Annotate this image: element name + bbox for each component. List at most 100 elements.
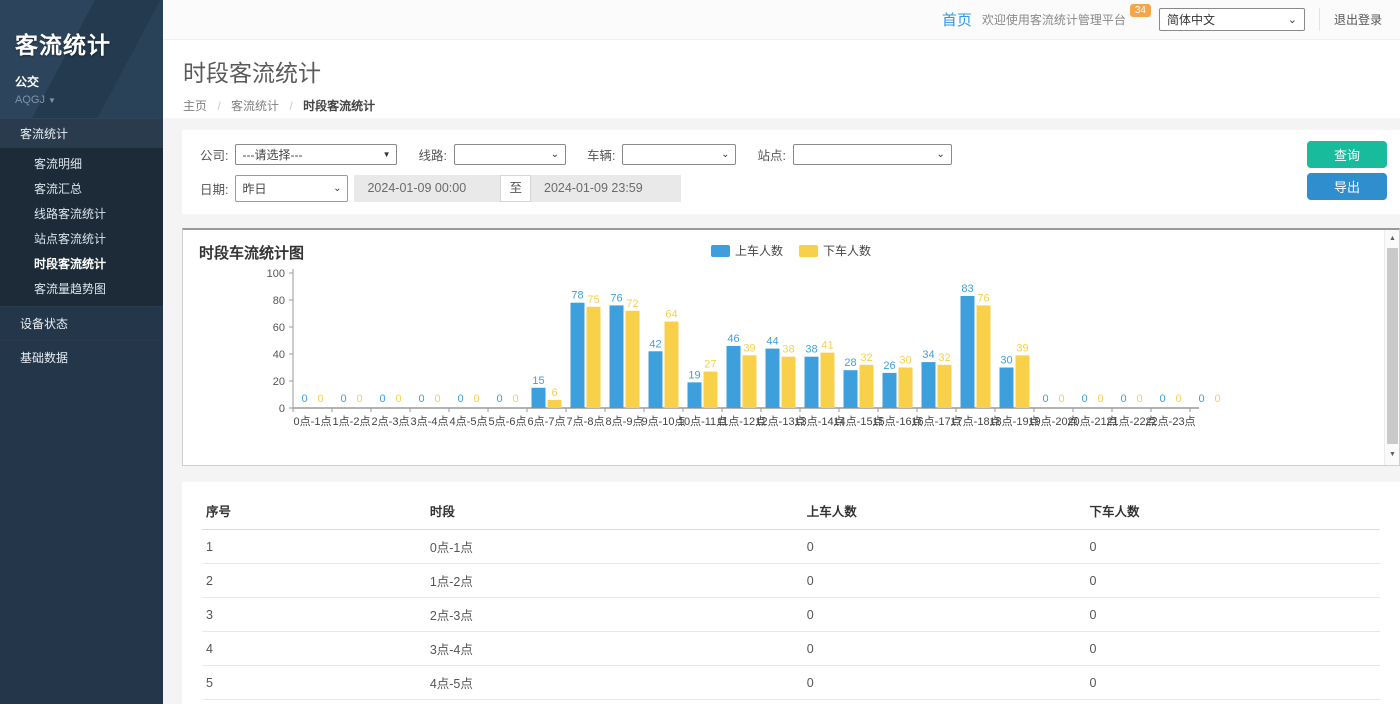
svg-text:0点-1点: 0点-1点 (294, 415, 332, 428)
sidebar-item-passenger-summary[interactable]: 客流汇总 (0, 177, 163, 202)
company-value: ---请选择--- (242, 146, 302, 163)
svg-text:30: 30 (899, 355, 911, 367)
chevron-down-icon: ⌄ (1288, 13, 1297, 26)
sidebar-item-period-stats[interactable]: 时段客流统计 (0, 252, 163, 277)
svg-text:20: 20 (273, 376, 285, 388)
table-cell: 0 (1085, 632, 1380, 666)
svg-text:76: 76 (610, 292, 622, 304)
table-cell: 0 (803, 598, 1086, 632)
breadcrumb-home[interactable]: 主页 (183, 99, 207, 113)
scroll-up-icon[interactable]: ▲ (1385, 232, 1400, 246)
table-cell: 4点-5点 (426, 666, 803, 700)
legend-item-alighting[interactable]: 下车人数 (799, 242, 871, 259)
line-select[interactable]: ⌄ (454, 144, 566, 165)
table-cell: 6 (202, 700, 426, 704)
svg-text:5点-6点: 5点-6点 (489, 415, 527, 428)
page-header: 时段客流统计 主页 / 客流统计 / 时段客流统计 (163, 40, 1400, 118)
vehicle-select[interactable]: ⌄ (622, 144, 736, 165)
table-cell: 2 (202, 564, 426, 598)
table-cell: 3点-4点 (426, 632, 803, 666)
language-select[interactable]: 简体中文 ⌄ (1159, 8, 1305, 31)
sidebar-section-passenger-stats[interactable]: 客流统计 (0, 118, 163, 148)
table-cell: 0 (1085, 564, 1380, 598)
svg-text:0: 0 (473, 393, 479, 405)
period-stats-table: 序号时段上车人数下车人数 10点-1点0021点-2点0032点-3点0043点… (202, 492, 1380, 704)
svg-text:0: 0 (379, 393, 385, 405)
station-label: 站点: (757, 145, 785, 164)
svg-text:38: 38 (782, 344, 794, 356)
welcome-text: 欢迎使用客流统计管理平台 (982, 11, 1126, 28)
svg-text:0: 0 (496, 393, 502, 405)
table-header-cell: 上车人数 (803, 492, 1086, 530)
svg-text:0: 0 (1198, 393, 1204, 405)
svg-text:0: 0 (301, 393, 307, 405)
svg-text:28: 28 (844, 357, 856, 369)
sidebar-item-device-status[interactable]: 设备状态 (0, 306, 163, 340)
date-start-input[interactable]: 2024-01-09 00:00 (354, 175, 500, 202)
date-end-input[interactable]: 2024-01-09 23:59 (531, 175, 681, 202)
sidebar-menu: 客流统计 客流明细 客流汇总 线路客流统计 站点客流统计 时段客流统计 客流量趋… (0, 118, 163, 374)
sidebar-submenu: 客流明细 客流汇总 线路客流统计 站点客流统计 时段客流统计 客流量趋势图 (0, 148, 163, 306)
sidebar-logo-area: 客流统计 公交 AQGJ ▼ (0, 0, 163, 118)
table-row: 54点-5点00 (202, 666, 1380, 700)
scrollbar-thumb[interactable] (1387, 248, 1398, 444)
svg-text:46: 46 (727, 333, 739, 345)
table-cell: 0 (803, 632, 1086, 666)
table-cell: 0 (803, 530, 1086, 564)
svg-text:30: 30 (1000, 355, 1012, 367)
svg-text:64: 64 (665, 309, 677, 321)
date-range-to-label: 至 (500, 175, 531, 202)
svg-text:0: 0 (340, 393, 346, 405)
org-code-dropdown[interactable]: AQGJ ▼ (15, 94, 163, 106)
sidebar-item-passenger-detail[interactable]: 客流明细 (0, 152, 163, 177)
chart-scrollbar[interactable]: ▲ ▼ (1384, 230, 1399, 465)
sidebar-item-base-data[interactable]: 基础数据 (0, 340, 163, 374)
sidebar-item-line-stats[interactable]: 线路客流统计 (0, 202, 163, 227)
breadcrumb: 主页 / 客流统计 / 时段客流统计 (183, 97, 1400, 114)
chevron-down-icon: ⌄ (721, 149, 729, 160)
scroll-down-icon[interactable]: ▼ (1385, 448, 1400, 462)
svg-text:4点-5点: 4点-5点 (450, 415, 488, 428)
legend-label: 下车人数 (823, 242, 871, 259)
company-select[interactable]: ---请选择--- ▼ (235, 144, 397, 165)
svg-text:22点-23点: 22点-23点 (1145, 415, 1195, 428)
table-row: 43点-4点00 (202, 632, 1380, 666)
table-cell: 4 (202, 632, 426, 666)
notification-badge[interactable]: 34 (1130, 4, 1151, 17)
query-button[interactable]: 查询 (1307, 141, 1387, 168)
table-row: 10点-1点00 (202, 530, 1380, 564)
svg-text:15: 15 (532, 375, 544, 387)
svg-text:19: 19 (688, 369, 700, 381)
table-row: 21点-2点00 (202, 564, 1380, 598)
svg-text:32: 32 (860, 352, 872, 364)
table-row: 65点-6点00 (202, 700, 1380, 704)
date-preset-select[interactable]: 昨日 ⌄ (235, 175, 348, 202)
breadcrumb-section[interactable]: 客流统计 (231, 99, 279, 113)
svg-text:0: 0 (1058, 393, 1064, 405)
company-label: 公司: (200, 145, 228, 164)
date-label: 日期: (200, 179, 228, 198)
table-cell: 1 (202, 530, 426, 564)
table-cell: 0 (1085, 700, 1380, 704)
logout-link[interactable]: 退出登录 (1319, 8, 1390, 31)
breadcrumb-separator: / (217, 99, 220, 113)
svg-text:41: 41 (821, 340, 833, 352)
svg-text:27: 27 (704, 359, 716, 371)
home-link[interactable]: 首页 (942, 9, 972, 30)
table-header-cell: 序号 (202, 492, 426, 530)
svg-text:0: 0 (356, 393, 362, 405)
sidebar-item-station-stats[interactable]: 站点客流统计 (0, 227, 163, 252)
table-cell: 1点-2点 (426, 564, 803, 598)
svg-text:60: 60 (273, 322, 285, 334)
export-button[interactable]: 导出 (1307, 173, 1387, 200)
sidebar-item-trend-chart[interactable]: 客流量趋势图 (0, 277, 163, 302)
content-area: 公司: ---请选择--- ▼ 线路: ⌄ 车辆: ⌄ 站点: (163, 118, 1400, 704)
svg-text:0: 0 (1214, 393, 1220, 405)
legend-label: 上车人数 (735, 242, 783, 259)
table-header-cell: 下车人数 (1085, 492, 1380, 530)
station-select[interactable]: ⌄ (793, 144, 952, 165)
legend-item-boarding[interactable]: 上车人数 (711, 242, 783, 259)
table-panel: 序号时段上车人数下车人数 10点-1点0021点-2点0032点-3点0043点… (182, 482, 1400, 704)
table-cell: 0点-1点 (426, 530, 803, 564)
svg-text:34: 34 (922, 349, 934, 361)
